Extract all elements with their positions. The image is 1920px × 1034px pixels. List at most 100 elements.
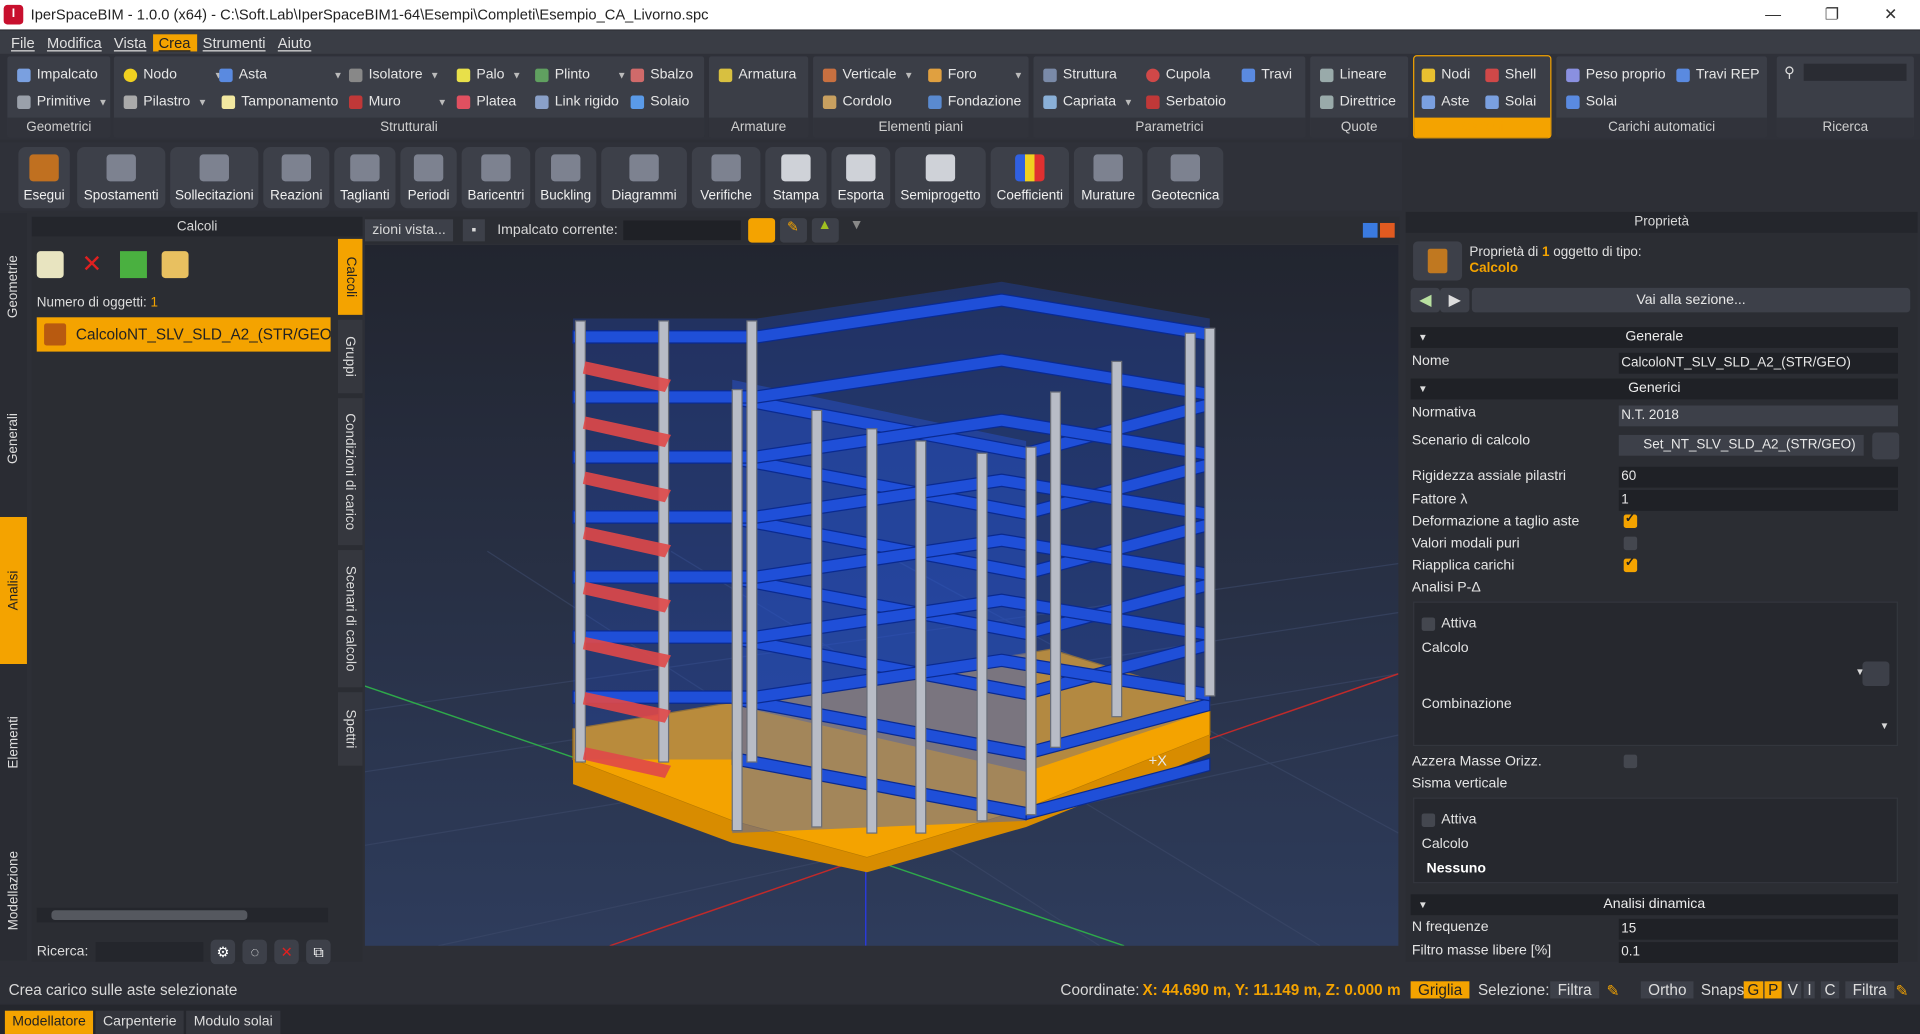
menu-crea[interactable]: Crea [152, 33, 197, 51]
tool-periodi[interactable]: Periodi [400, 147, 457, 209]
tool-diagrammi[interactable]: Diagrammi [601, 147, 687, 209]
calc-search-input[interactable] [95, 942, 204, 962]
azzera-checkbox[interactable] [1623, 754, 1638, 769]
tool-esegui[interactable]: Esegui [18, 147, 70, 209]
valori-checkbox[interactable] [1623, 536, 1638, 551]
search-options-button[interactable]: ◌ [242, 939, 268, 965]
ribbon-carichi-nodi[interactable]: Nodi [1421, 64, 1470, 86]
tool-verifiche[interactable]: Verifiche [691, 147, 761, 209]
rail-tab-elementi[interactable]: Elementi [0, 669, 27, 816]
ribbon-sbalzo[interactable]: Sbalzo [630, 64, 693, 86]
section-generici[interactable]: Generici [1410, 378, 1898, 400]
tab-carpenterie[interactable]: Carpenterie [95, 1010, 184, 1034]
ribbon-foro[interactable]: Foro ▼ [928, 64, 1023, 86]
tool-geotecnica[interactable]: Geotecnica [1147, 147, 1224, 209]
ribbon-primitive[interactable]: Primitive ▼ [17, 91, 108, 113]
minimize-button[interactable]: — [1744, 0, 1803, 29]
fattore-spinner[interactable]: 1 [1618, 490, 1898, 511]
ribbon-struttura[interactable]: Struttura [1043, 64, 1117, 86]
riapplica-checkbox[interactable] [1623, 556, 1638, 573]
filtro-spinner[interactable]: 0.1 [1618, 942, 1898, 963]
ribbon-nodo[interactable]: Nodo▼ [123, 64, 223, 86]
snap-c[interactable]: C [1820, 981, 1840, 999]
filtra-button[interactable]: Filtra [1550, 981, 1599, 999]
tool-reazioni[interactable]: Reazioni [263, 147, 330, 209]
ribbon-serbatoio[interactable]: Serbatoio [1146, 91, 1226, 113]
snap-v[interactable]: V [1784, 981, 1802, 999]
menu-strumenti[interactable]: Strumenti [197, 34, 272, 51]
ribbon-cupola[interactable]: Cupola [1146, 64, 1210, 86]
scenario-select[interactable]: Set_NT_SLV_SLD_A2_(STR/GEO) [1618, 434, 1864, 456]
tool-semiprogetto[interactable]: Semiprogetto [895, 147, 986, 209]
ribbon-palo[interactable]: Palo ▼ [456, 64, 522, 86]
ribbon-asta[interactable]: Asta ▼ [219, 64, 343, 86]
tool-spostamenti[interactable]: Spostamenti [77, 147, 166, 209]
ribbon-impalcato[interactable]: Impalcato [17, 64, 98, 86]
rail-tab-generali[interactable]: Generali [0, 365, 27, 512]
search-clear-button[interactable]: ✕ [274, 939, 300, 965]
menu-vista[interactable]: Vista [108, 34, 153, 51]
new-calc-icon[interactable] [36, 251, 64, 279]
ribbon-travi-rep[interactable]: Travi REP [1676, 64, 1760, 86]
normativa-select[interactable]: N.T. 2018 [1618, 405, 1898, 427]
menu-file[interactable]: File [5, 34, 41, 51]
snap-wrench-icon[interactable]: ✎ [1896, 981, 1909, 999]
ribbon-search-input[interactable] [1803, 63, 1907, 81]
vtab-spettri[interactable]: Spettri [337, 692, 363, 766]
pdelta-edit-icon[interactable] [1862, 661, 1890, 687]
tool-esporta[interactable]: Esporta [831, 147, 891, 209]
search-run-button[interactable]: ⚙ [210, 939, 236, 965]
horizontal-scrollbar[interactable] [36, 907, 329, 923]
tab-modellatore[interactable]: Modellatore [4, 1010, 94, 1034]
ribbon-peso-proprio[interactable]: Peso proprio [1566, 64, 1666, 86]
tool-stampa[interactable]: Stampa [765, 147, 827, 209]
3d-viewport[interactable]: +X [364, 245, 1399, 946]
delete-icon[interactable]: ✕ [78, 251, 105, 278]
tab-modulo-solai[interactable]: Modulo solai [186, 1010, 281, 1034]
back-button[interactable]: ◀ [1410, 287, 1441, 313]
snap-p[interactable]: P [1764, 981, 1783, 999]
views-dropdown[interactable]: zioni vista... [364, 219, 454, 242]
viewport-close-icon[interactable] [1380, 222, 1395, 238]
ribbon-platea[interactable]: Platea [456, 91, 516, 113]
rail-tab-analisi[interactable]: Analisi [0, 516, 27, 665]
rail-tab-geometrie[interactable]: Geometrie [0, 213, 27, 360]
deformazione-checkbox[interactable] [1623, 512, 1638, 529]
sisma-calcolo-select[interactable]: Nessuno [1427, 861, 1486, 876]
ribbon-muro[interactable]: Muro ▼ [348, 91, 447, 113]
vtab-condizioni-di-carico[interactable]: Condizioni di carico [337, 398, 363, 546]
tool-baricentri[interactable]: Baricentri [461, 147, 531, 209]
view-camera-icon[interactable]: ▪ [462, 219, 485, 242]
ribbon-plinto[interactable]: Plinto ▼ [535, 64, 627, 86]
forward-button[interactable]: ▶ [1440, 287, 1470, 313]
tool-coefficienti[interactable]: Coefficienti [990, 147, 1069, 209]
sisma-attiva-checkbox[interactable] [1421, 813, 1436, 827]
calc-list-item[interactable]: CalcoloNT_SLV_SLD_A2_(STR/GEO) - ( [36, 317, 331, 352]
goto-section-dropdown[interactable]: Vai alla sezione... [1471, 287, 1911, 313]
maximize-button[interactable]: ❐ [1802, 0, 1861, 29]
section-generale[interactable]: Generale [1410, 327, 1898, 348]
ribbon-pilastro[interactable]: Pilastro ▼ [123, 91, 207, 113]
ribbon-armatura[interactable]: Armatura [718, 64, 796, 86]
ribbon-travi[interactable]: Travi [1241, 64, 1292, 86]
tool-murature[interactable]: Murature [1073, 147, 1143, 209]
ribbon-capriata[interactable]: Capriata ▼ [1043, 91, 1133, 113]
duplicate-icon[interactable] [120, 251, 147, 279]
menu-modifica[interactable]: Modifica [41, 34, 108, 51]
ribbon-tamponamento[interactable]: Tamponamento [221, 91, 338, 113]
impalcato-select[interactable] [622, 220, 741, 241]
snap-g[interactable]: G [1743, 981, 1763, 999]
vtab-scenari-di-calcolo[interactable]: Scenari di calcolo [337, 550, 363, 688]
ribbon-carichi-solai[interactable]: Solai [1485, 91, 1536, 113]
open-folder-icon[interactable] [161, 251, 189, 279]
griglia-toggle[interactable]: Griglia [1410, 981, 1470, 999]
selection-wrench-icon[interactable]: ✎ [1607, 981, 1620, 999]
rigidezza-spinner[interactable]: 60 [1618, 466, 1898, 488]
ribbon-isolatore[interactable]: Isolatore ▼ [348, 64, 440, 86]
ortho-toggle[interactable]: Ortho [1640, 981, 1694, 999]
scenario-edit-icon[interactable] [1872, 432, 1900, 460]
tool-sollecitazioni[interactable]: Sollecitazioni [170, 147, 259, 209]
ribbon-lineare[interactable]: Lineare [1320, 64, 1387, 86]
vtab-gruppi[interactable]: Gruppi [337, 319, 363, 394]
level-down-icon[interactable]: ▼ [843, 218, 870, 243]
